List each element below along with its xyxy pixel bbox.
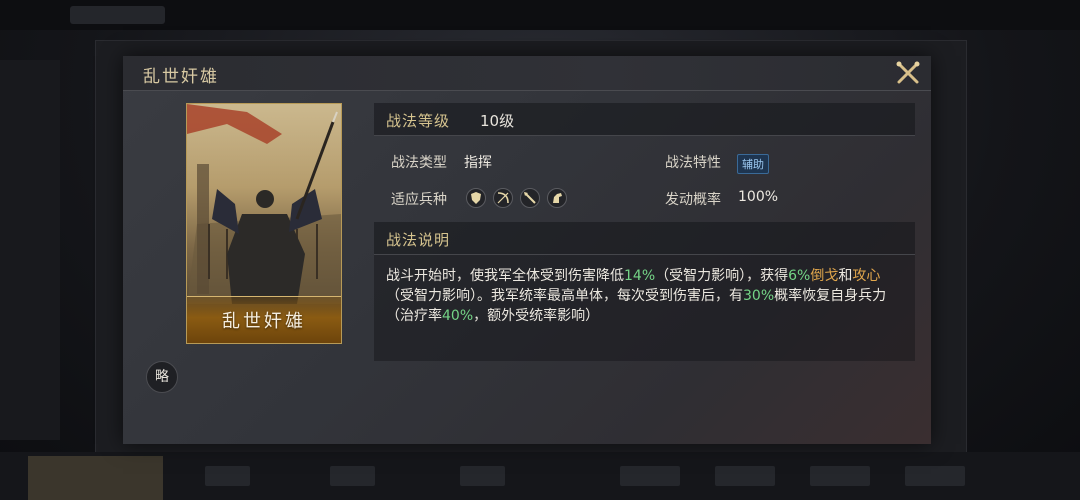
trigger-rate-label: 发动概率 [665, 192, 721, 208]
tactic-level-label: 战法等级 [386, 112, 451, 130]
tactic-level-value: 10级 [480, 112, 515, 130]
background-top-bar [0, 0, 1080, 30]
desc-value: 30% [743, 288, 775, 304]
desc-text: 和 [838, 268, 853, 284]
troop-type-label: 适应兵种 [391, 192, 447, 208]
tactic-trait-label: 战法特性 [665, 155, 721, 171]
desc-keyword-link[interactable]: 攻心 [852, 268, 880, 284]
shield-icon [466, 188, 486, 208]
close-button[interactable] [893, 59, 923, 87]
tactic-type-label: 战法类型 [391, 155, 447, 171]
dialog-title: 乱世奸雄 [143, 67, 219, 87]
dialog-header: 乱世奸雄 [123, 56, 931, 91]
desc-text: 战斗开始时，使我军全体受到伤害降低 [386, 268, 624, 284]
horse-icon [547, 188, 567, 208]
tactic-info-panel: 战法等级 10级 战法类型 指挥 战法特性 辅助 适应兵种 发动概率 100% [374, 103, 915, 361]
trigger-rate-value: 100% [738, 189, 779, 205]
bow-icon [493, 188, 513, 208]
desc-text: （受智力影响）。我军统率最高单体，每次受到伤害后，有 [386, 288, 743, 304]
card-name: 乱世奸雄 [222, 311, 306, 332]
spear-icon [520, 188, 540, 208]
tactic-level-row: 战法等级 10级 [374, 103, 915, 136]
tactic-description-header: 战法说明 [374, 222, 915, 255]
tactic-description-label: 战法说明 [386, 231, 451, 249]
tactic-attributes: 战法类型 指挥 战法特性 辅助 适应兵种 发动概率 100% [374, 136, 915, 222]
desc-keyword-link[interactable]: 倒戈 [810, 268, 838, 284]
background-bottom-bar [0, 452, 1080, 500]
tactic-trait-tag: 辅助 [737, 154, 769, 174]
general-portrait-illustration [187, 104, 341, 304]
tactic-description: 战斗开始时，使我军全体受到伤害降低14%（受智力影响），获得6%倒戈和攻心 （受智… [374, 255, 915, 361]
background-side-panel [0, 60, 60, 440]
desc-text: （受智力影响），获得 [655, 268, 789, 284]
tactic-type-value: 指挥 [464, 155, 492, 171]
desc-text: ，额外受统率影响） [473, 308, 600, 324]
desc-value: 6% [788, 268, 811, 284]
strategy-type-badge: 略 [146, 361, 178, 393]
close-icon [896, 61, 920, 84]
tactic-card: 乱世奸雄 [186, 103, 342, 344]
desc-value: 40% [442, 308, 474, 324]
tactic-detail-dialog: 乱世奸雄 乱世奸雄 略 战法等级 10级 战法类型 指挥 战法特性 辅助 适应兵… [123, 56, 931, 444]
desc-value: 14% [624, 268, 656, 284]
